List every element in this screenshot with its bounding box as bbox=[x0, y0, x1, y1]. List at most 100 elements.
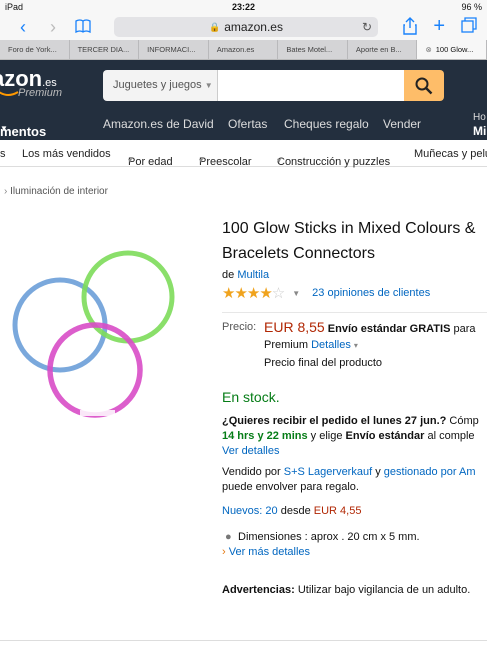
breadcrumb: › Iluminación de interior bbox=[4, 186, 108, 197]
tab-strip: Foro de York... TERCER DIA... INFORMACI.… bbox=[0, 40, 487, 60]
tab-label: 100 Glow... bbox=[435, 45, 474, 54]
delivery-mid: y elige bbox=[310, 430, 343, 442]
price-value: EUR 8,55 bbox=[264, 319, 325, 335]
browser-tab-active[interactable]: ⊗ 100 Glow... bbox=[417, 40, 487, 59]
browser-tab[interactable]: Amazon.es bbox=[209, 40, 279, 59]
fulfilled-by-link[interactable]: gestionado por Am bbox=[384, 466, 476, 478]
clock: 23:22 bbox=[231, 2, 256, 12]
nav-account-hello[interactable]: Ho bbox=[473, 112, 486, 123]
smile-icon bbox=[0, 91, 19, 96]
delivery-tail: al comple bbox=[427, 430, 475, 442]
managed-conjunction: y bbox=[375, 466, 381, 478]
reviews-link[interactable]: 23 opiniones de clientes bbox=[312, 287, 430, 299]
warning-label: Advertencias: bbox=[222, 584, 295, 596]
brand-row: de Multila bbox=[222, 269, 487, 281]
sold-by-label: Vendido por bbox=[222, 466, 281, 478]
browser-tab[interactable]: INFORMACI... bbox=[139, 40, 209, 59]
details-link[interactable]: Detalles ▾ bbox=[311, 339, 358, 351]
divider bbox=[0, 640, 487, 641]
nav-my-amazon[interactable]: Amazon.es de David bbox=[103, 117, 214, 131]
share-icon[interactable] bbox=[403, 17, 418, 40]
chevron-down-icon[interactable]: ▼ bbox=[292, 289, 300, 298]
free-shipping: Envío estándar GRATIS bbox=[327, 323, 451, 335]
new-price: EUR 4,55 bbox=[313, 505, 362, 517]
bullet-icon: ● bbox=[225, 531, 232, 543]
reload-icon[interactable]: ↻ bbox=[362, 20, 372, 34]
browser-tab[interactable]: Foro de York... bbox=[0, 40, 70, 59]
lock-icon: 🔒 bbox=[209, 21, 221, 32]
nav-gift-cards[interactable]: Cheques regalo bbox=[284, 117, 369, 131]
price-row: EUR 8,55 Envío estándar GRATIS para bbox=[264, 319, 476, 335]
product-image[interactable] bbox=[0, 240, 200, 430]
subnav-bestsellers[interactable]: Los más vendidos bbox=[22, 148, 111, 160]
browser-tab[interactable]: TERCER DIA... bbox=[70, 40, 140, 59]
chevron-down-icon: ▾ bbox=[353, 341, 358, 350]
safari-toolbar: ‹ › 🔒 amazon.es ↻ + bbox=[0, 14, 487, 40]
search-icon bbox=[415, 77, 433, 94]
category-subnav: s Los más vendidos Por edad ▾ Preescolar… bbox=[0, 140, 487, 168]
nav-offers[interactable]: Ofertas bbox=[228, 117, 267, 131]
browser-tab[interactable]: Aporte en B... bbox=[348, 40, 418, 59]
subnav-label: Preescolar bbox=[199, 156, 252, 168]
chevron-down-icon: ▾ bbox=[277, 156, 282, 165]
price-label: Precio: bbox=[222, 321, 257, 333]
new-from-label: desde bbox=[280, 505, 311, 517]
delivery-standard: Envío estándar bbox=[345, 430, 425, 442]
new-offers-link[interactable]: Nuevos: 20 bbox=[222, 505, 278, 517]
product-title: 100 Glow Sticks in Mixed Colours & bbox=[222, 220, 476, 237]
chevron-down-icon: ▾ bbox=[128, 156, 133, 165]
amazon-header: azon.es Premium Juguetes y juegos ▼ bbox=[0, 60, 487, 110]
see-details-link[interactable]: Ver detalles bbox=[222, 445, 487, 457]
search-category-select[interactable]: Juguetes y juegos ▼ bbox=[103, 70, 218, 101]
product-details: 100 Glow Sticks in Mixed Colours & Brace… bbox=[222, 216, 487, 596]
premium-row: Premium Detalles ▾ bbox=[264, 339, 358, 351]
star-rating-icon[interactable]: ★★★★☆ bbox=[222, 284, 285, 302]
nav-account[interactable]: Mi bbox=[473, 124, 486, 138]
forward-icon[interactable]: › bbox=[38, 17, 68, 38]
feature-bullet: ● Dimensiones : aprox . 20 cm x 5 mm. bbox=[222, 531, 487, 543]
back-icon[interactable]: ‹ bbox=[8, 17, 38, 38]
search-category-label: Juguetes y juegos bbox=[113, 79, 202, 91]
more-details-row[interactable]: › Ver más detalles bbox=[222, 546, 487, 558]
main-nav: mentos ▼ Amazon.es de David Ofertas Cheq… bbox=[0, 110, 487, 140]
chevron-right-icon: › bbox=[222, 546, 226, 558]
bookmarks-icon[interactable] bbox=[68, 17, 98, 38]
delivery-question: ¿Quieres recibir el pedido el lunes 27 j… bbox=[222, 415, 447, 427]
delivery-question-tail: Cómp bbox=[449, 415, 479, 427]
chevron-down-icon: ▾ bbox=[199, 156, 204, 165]
close-icon[interactable]: ⊗ bbox=[425, 45, 431, 54]
subnav-label: Por edad bbox=[128, 156, 173, 168]
chevron-down-icon: ▼ bbox=[0, 124, 8, 133]
status-bar: iPad 23:22 96 % bbox=[0, 0, 487, 14]
breadcrumb-link[interactable]: Iluminación de interior bbox=[10, 186, 108, 197]
stock-status: En stock. bbox=[222, 389, 280, 405]
delivery-countdown: 14 hrs y 22 mins bbox=[222, 430, 308, 442]
by-label: de bbox=[222, 269, 235, 281]
rating-row: ★★★★☆ ▼ 23 opiniones de clientes bbox=[222, 284, 487, 302]
premium-label: Premium bbox=[18, 87, 63, 99]
product-title-line2: Bracelets Connectors bbox=[222, 245, 375, 262]
search-input[interactable] bbox=[218, 70, 404, 101]
subnav-dolls[interactable]: Muñecas y pelu bbox=[414, 148, 487, 160]
subnav-item[interactable]: s bbox=[0, 148, 6, 160]
tabs-icon[interactable] bbox=[461, 17, 477, 40]
chevron-right-icon: › bbox=[4, 186, 8, 197]
final-price-note: Precio final del producto bbox=[264, 357, 383, 369]
address-bar[interactable]: 🔒 amazon.es ↻ bbox=[114, 17, 378, 37]
details-label: Detalles bbox=[311, 339, 351, 351]
brand-link[interactable]: Multila bbox=[237, 269, 269, 281]
search-button[interactable] bbox=[404, 70, 444, 101]
browser-tab[interactable]: Bates Motel... bbox=[278, 40, 348, 59]
shipping-tail: para bbox=[453, 323, 476, 335]
new-tab-icon[interactable]: + bbox=[433, 16, 445, 40]
warning-text: Utilizar bajo vigilancia de un adulto. bbox=[297, 584, 471, 596]
seller-link[interactable]: S+S Lagerverkauf bbox=[284, 466, 372, 478]
nav-sell[interactable]: Vender bbox=[383, 117, 421, 131]
gift-wrap-note: puede envolver para regalo. bbox=[222, 481, 359, 493]
premium-text: Premium bbox=[264, 339, 309, 351]
subnav-label: Construcción y puzzles bbox=[277, 156, 391, 168]
url-text: amazon.es bbox=[224, 20, 283, 34]
dimensions-text: Dimensiones : aprox . 20 cm x 5 mm. bbox=[238, 531, 420, 543]
chevron-down-icon: ▼ bbox=[204, 81, 213, 90]
more-details-link[interactable]: Ver más detalles bbox=[229, 546, 310, 558]
